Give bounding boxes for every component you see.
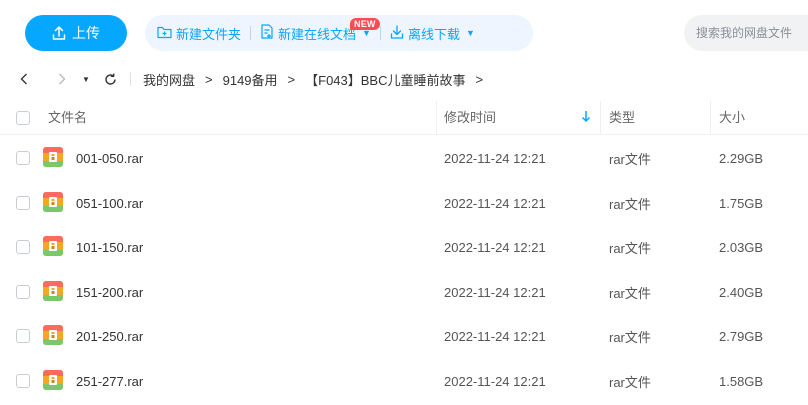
file-size: 1.75GB [719,195,764,211]
table-row[interactable]: 151-200.rar 2022-11-24 12:21 rar文件 2.40G… [0,270,808,314]
column-divider [710,101,711,135]
file-type: rar文件 [609,151,651,167]
column-header-name[interactable]: 文件名 [48,101,87,135]
column-divider [600,101,601,135]
back-arrow-icon[interactable] [15,73,33,85]
column-header-size[interactable]: 大小 [719,101,745,135]
table-row[interactable]: 051-100.rar 2022-11-24 12:21 rar文件 1.75G… [0,181,808,225]
upload-icon [52,26,66,40]
new-folder-icon [157,25,172,42]
offline-download-label: 离线下载 [407,26,460,42]
file-name[interactable]: 151-200.rar [76,285,143,300]
forward-arrow-icon[interactable] [53,73,71,85]
file-modified-time: 2022-11-24 12:21 [444,195,546,211]
table-row[interactable]: 001-050.rar 2022-11-24 12:21 rar文件 2.29G… [0,136,808,180]
new-doc-icon [260,24,274,42]
sort-down-icon[interactable] [581,110,591,126]
breadcrumb-item-backup[interactable]: 9149备用 [223,70,278,89]
file-name[interactable]: 101-150.rar [76,240,143,255]
row-checkbox[interactable] [16,374,30,388]
file-size: 2.40GB [719,284,764,300]
file-size: 2.79GB [719,328,764,344]
file-name[interactable]: 251-277.rar [76,374,143,389]
archive-file-icon [42,235,64,257]
row-checkbox[interactable] [16,151,30,165]
upload-label: 上传 [72,25,100,41]
column-header-modified[interactable]: 修改时间 [444,101,496,135]
file-name[interactable]: 001-050.rar [76,151,143,166]
breadcrumb-separator: > [287,71,296,87]
file-size: 2.29GB [719,150,764,166]
search-input[interactable] [684,15,808,51]
archive-file-icon [42,324,64,346]
file-name[interactable]: 051-100.rar [76,196,143,211]
toolbar-divider [250,26,252,40]
file-modified-time: 2022-11-24 12:21 [444,150,546,166]
table-header: 文件名 修改时间 类型 大小 [0,101,808,135]
history-dropdown-icon[interactable]: ▼ [77,75,95,84]
archive-file-icon [42,191,64,213]
upload-button[interactable]: 上传 [25,15,127,51]
row-checkbox[interactable] [16,196,30,210]
row-checkbox[interactable] [16,285,30,299]
file-modified-time: 2022-11-24 12:21 [444,328,546,344]
new-online-doc-button[interactable]: 新建在线文档 ▼ NEW [260,15,380,51]
new-online-doc-label: 新建在线文档 [278,26,357,42]
refresh-icon[interactable] [101,73,119,86]
table-row[interactable]: 101-150.rar 2022-11-24 12:21 rar文件 2.03G… [0,225,808,269]
download-icon [390,24,404,42]
new-badge: NEW [350,18,380,30]
table-row[interactable]: 251-277.rar 2022-11-24 12:21 rar文件 1.58G… [0,359,808,403]
new-folder-label: 新建文件夹 [176,26,242,42]
file-type: rar文件 [609,329,651,345]
file-modified-time: 2022-11-24 12:21 [444,373,546,389]
breadcrumb-item-my-drive[interactable]: 我的网盘 [143,70,195,89]
file-type: rar文件 [609,240,651,256]
archive-file-icon [42,369,64,391]
tool-group: 新建文件夹 新建在线文档 ▼ NEW 离线下载 ▼ [145,15,533,51]
file-size: 1.58GB [719,373,764,389]
file-type: rar文件 [609,374,651,390]
archive-file-icon [42,280,64,302]
toolbar-divider [379,26,381,40]
file-type: rar文件 [609,196,651,212]
caret-down-icon: ▼ [465,28,475,38]
file-type: rar文件 [609,285,651,301]
file-modified-time: 2022-11-24 12:21 [444,284,546,300]
file-modified-time: 2022-11-24 12:21 [444,239,546,255]
breadcrumb-separator: > [475,71,484,87]
column-header-type[interactable]: 类型 [609,101,635,135]
new-folder-button[interactable]: 新建文件夹 [157,15,241,51]
breadcrumb-separator: > [205,71,213,87]
row-checkbox[interactable] [16,240,30,254]
select-all-checkbox[interactable] [16,111,30,125]
column-divider [436,101,437,135]
breadcrumb-item-current-folder[interactable]: 【F043】BBC儿童睡前故事 [305,70,465,89]
navigation-bar: ▼ 我的网盘 > 9149备用 > 【F043】BBC儿童睡前故事 > [0,64,808,94]
archive-file-icon [42,146,64,168]
file-size: 2.03GB [719,239,764,255]
row-checkbox[interactable] [16,329,30,343]
toolbar: 上传 新建文件夹 新建在线文档 ▼ NEW 离线下载 ▼ [0,0,808,64]
file-name[interactable]: 201-250.rar [76,329,143,344]
table-row[interactable]: 201-250.rar 2022-11-24 12:21 rar文件 2.79G… [0,314,808,358]
nav-divider [130,72,131,86]
offline-download-button[interactable]: 离线下载 ▼ [390,15,475,51]
